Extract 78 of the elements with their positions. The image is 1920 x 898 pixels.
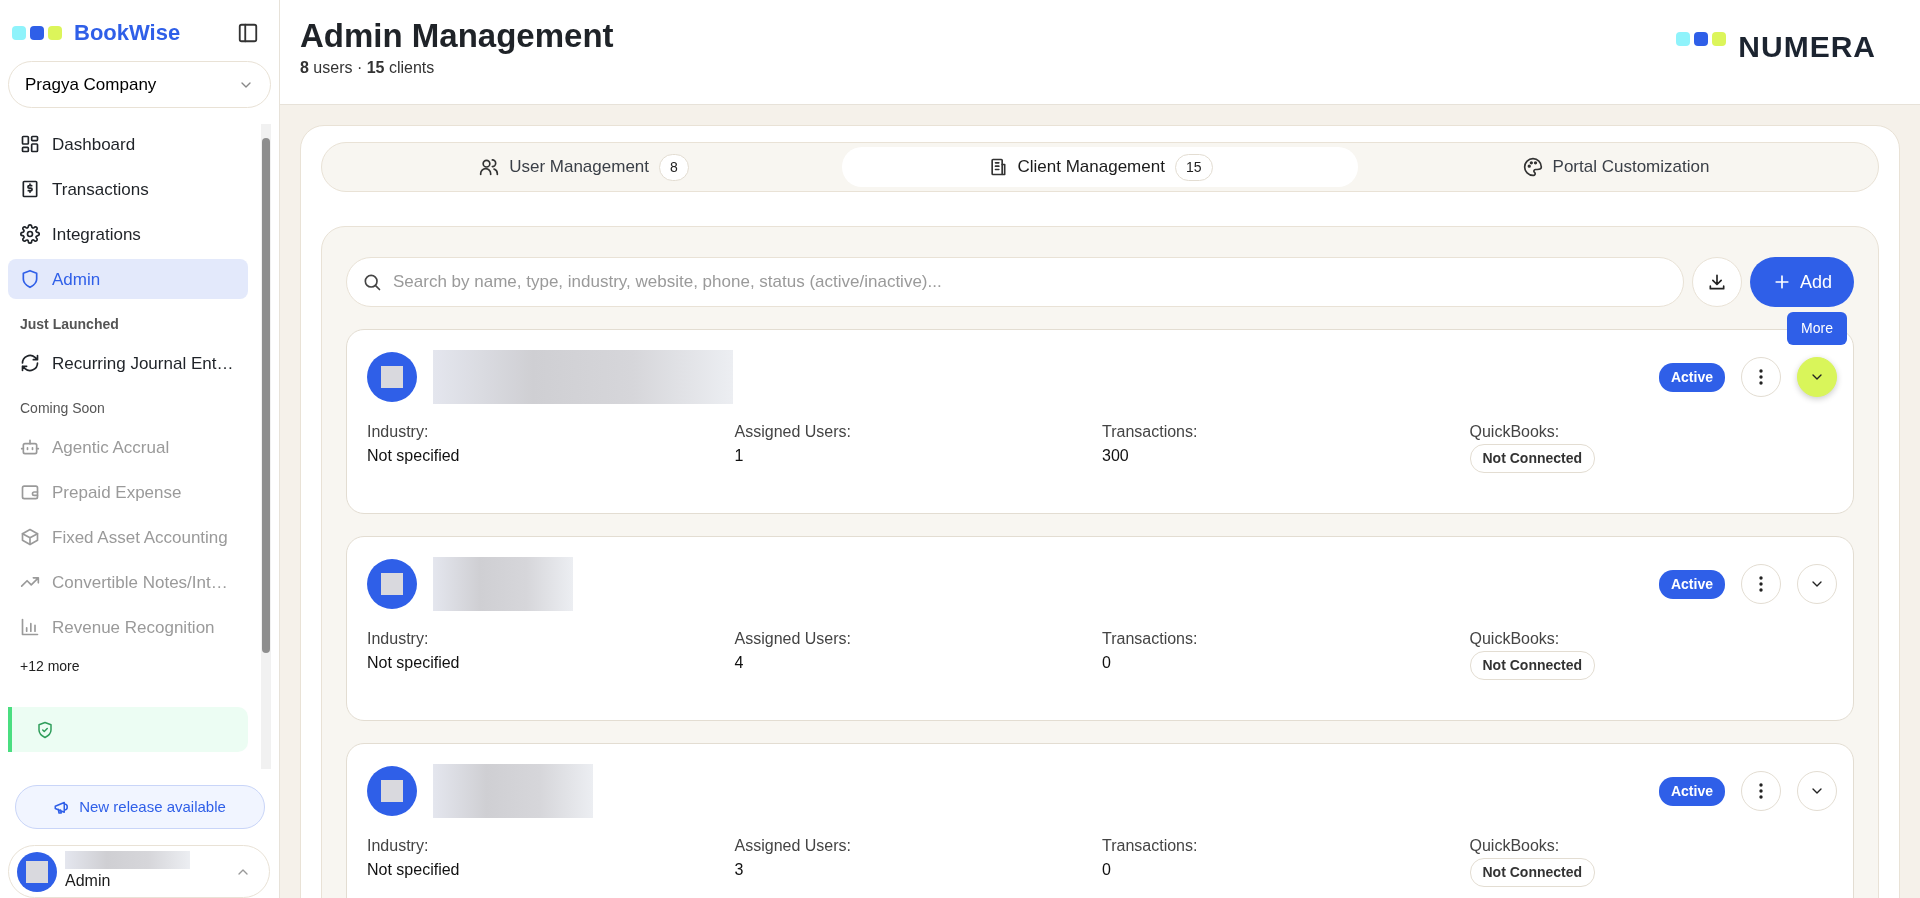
tab[interactable]: Client Management 15 [842, 147, 1358, 187]
nav-item[interactable]: Dashboard [8, 124, 248, 165]
settings-icon [20, 224, 40, 245]
shield-check-icon [36, 720, 54, 739]
search-icon [362, 272, 382, 292]
page-title: Admin Management [300, 16, 614, 56]
field-label: QuickBooks: [1469, 422, 1561, 442]
field-label: Transactions: [1102, 629, 1199, 649]
download-button[interactable] [1691, 257, 1742, 307]
add-button[interactable]: Add [1749, 257, 1854, 307]
status-badge: Active [1658, 776, 1725, 806]
field-value: 300 [1102, 446, 1130, 466]
field-label: Transactions: [1102, 422, 1199, 442]
users-icon [479, 157, 500, 177]
field-label: QuickBooks: [1469, 629, 1561, 649]
field-label: Transactions: [1102, 836, 1199, 856]
user-avatar [17, 851, 57, 892]
field-value: Not specified [367, 653, 461, 673]
client-avatar [367, 559, 417, 609]
nav-item[interactable]: Admin [8, 259, 248, 300]
cube-icon [20, 527, 40, 548]
tab[interactable]: User Management 8 [326, 147, 842, 187]
brand-logo-icon [12, 25, 62, 40]
company-selector[interactable]: Pragya Company [8, 61, 271, 109]
nav-item[interactable]: Recurring Journal Ent… [8, 343, 248, 384]
refresh-icon [20, 353, 40, 374]
status-badge: Active [1658, 362, 1725, 392]
shield-icon [20, 269, 40, 290]
field-label: Industry: [367, 422, 430, 442]
more-options-button[interactable] [1741, 771, 1781, 811]
field-value: 0 [1102, 860, 1112, 880]
field-value: 3 [734, 860, 745, 880]
search-field[interactable]: Search by name, type, industry, website, phone, status (active/inactive)... [346, 257, 1684, 307]
more-options-button[interactable] [1741, 564, 1781, 604]
sidebar-toggle-icon[interactable] [237, 21, 259, 44]
nav-item[interactable]: Transactions [8, 169, 248, 210]
section-heading: Just Launched [19, 315, 120, 335]
count-badge: 8 [659, 153, 689, 181]
brand-name: BookWise [74, 19, 181, 47]
connection-badge: Not Connected [1469, 444, 1596, 473]
tab[interactable]: Portal Customization [1358, 147, 1874, 187]
wallet-icon [20, 482, 40, 503]
field-value: 1 [734, 446, 745, 466]
connection-badge: Not Connected [1469, 858, 1596, 887]
robot-icon [20, 437, 40, 458]
field-value: 0 [1102, 653, 1112, 673]
field-label: Industry: [367, 629, 430, 649]
release-button[interactable]: New release available [14, 785, 265, 829]
bar-chart-icon [20, 617, 40, 638]
field-label: QuickBooks: [1469, 836, 1561, 856]
dollar-receipt-icon [20, 179, 40, 200]
company-logo: NUMERA [1738, 29, 1876, 65]
scrollbar-thumb[interactable] [262, 138, 270, 654]
field-label: Assigned Users: [734, 422, 852, 442]
status-badge: Active [1658, 569, 1725, 599]
field-label: Assigned Users: [734, 629, 852, 649]
more-options-button[interactable] [1741, 357, 1781, 397]
field-label: Industry: [367, 836, 430, 856]
kebab-icon [1759, 369, 1763, 385]
field-value: Not specified [367, 860, 461, 880]
nav-item[interactable]: Integrations [8, 214, 248, 255]
more-link[interactable]: +12 more [8, 652, 261, 682]
summary-text: 8 users · 15 clients [300, 57, 436, 78]
section-heading: Coming Soon [19, 399, 106, 419]
user-role: Admin [65, 870, 112, 891]
connection-badge: Not Connected [1469, 651, 1596, 680]
count-badge: 15 [1174, 153, 1213, 181]
kebab-icon [1759, 783, 1763, 799]
client-avatar [367, 352, 417, 402]
field-label: Assigned Users: [734, 836, 852, 856]
grid-icon [20, 134, 40, 155]
field-value: 4 [734, 653, 745, 673]
tooltip: More [1787, 312, 1847, 345]
field-value: Not specified [367, 446, 461, 466]
palette-icon [1522, 157, 1543, 177]
client-avatar [367, 766, 417, 816]
logo-mark-icon [1676, 32, 1727, 46]
kebab-icon [1759, 576, 1763, 592]
